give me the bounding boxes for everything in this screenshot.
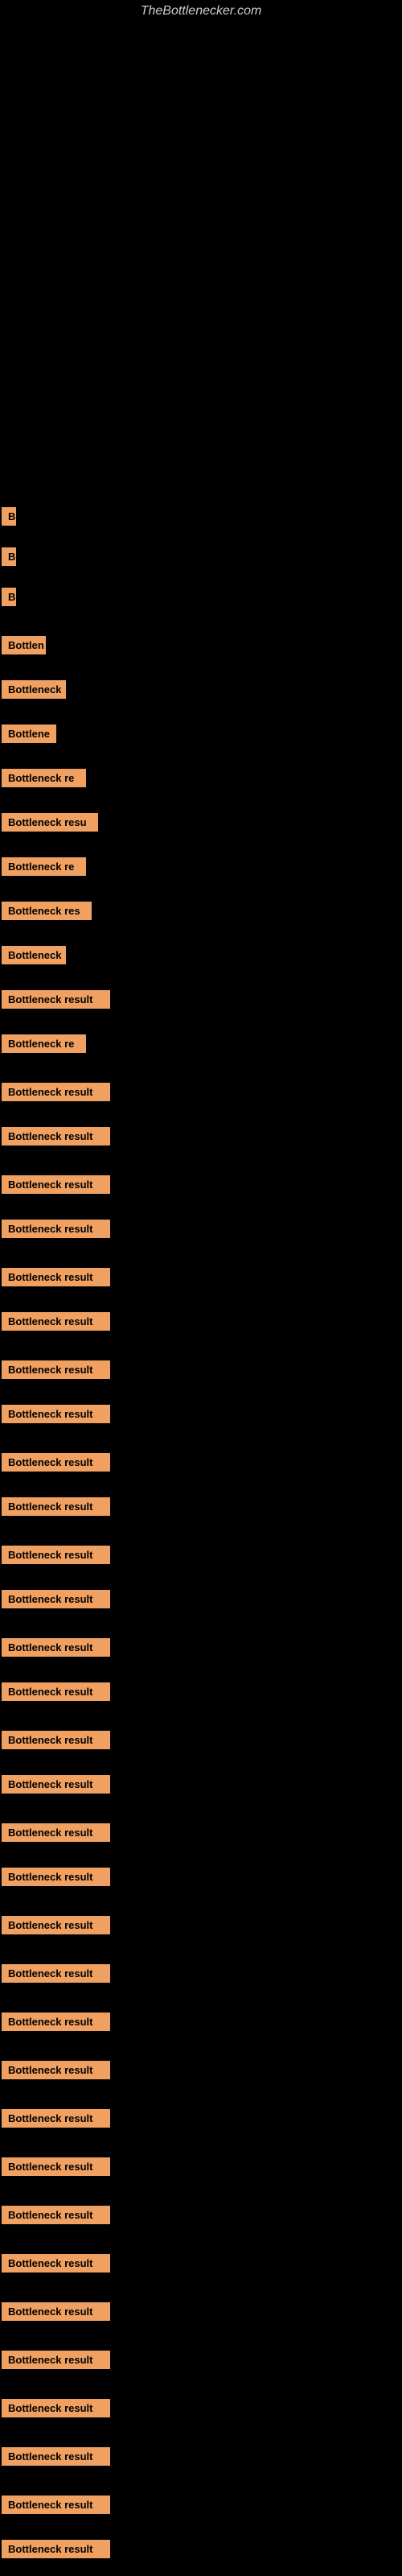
result-item: Bottleneck result bbox=[2, 1916, 110, 1938]
result-item: Bottleneck result bbox=[2, 1546, 110, 1568]
result-item: Bottleneck result bbox=[2, 2496, 110, 2518]
bottleneck-result-label[interactable]: Bottleneck result bbox=[2, 2496, 110, 2514]
bottleneck-result-label[interactable]: Bottleneck result bbox=[2, 1083, 110, 1101]
result-item: Bottleneck result bbox=[2, 2109, 110, 2132]
bottleneck-result-label[interactable]: Bottleneck result bbox=[2, 1964, 110, 1983]
bottleneck-result-label[interactable]: Bottleneck result bbox=[2, 1312, 110, 1331]
result-item: Bottleneck result bbox=[2, 2540, 110, 2562]
bottleneck-result-label[interactable]: Bottleneck result bbox=[2, 1731, 110, 1749]
result-item: Bottleneck result bbox=[2, 1731, 110, 1753]
result-item: Bottleneck result bbox=[2, 1220, 110, 1242]
result-item: Bottleneck result bbox=[2, 2447, 110, 2470]
bottleneck-result-label[interactable]: Bottleneck result bbox=[2, 2254, 110, 2273]
result-item: Bottleneck result bbox=[2, 990, 110, 1013]
result-item: Bottleneck result bbox=[2, 1360, 110, 1383]
bottleneck-result-label[interactable]: Bottlen bbox=[2, 636, 46, 654]
result-item: Bottlene bbox=[2, 724, 56, 747]
bottleneck-result-label[interactable]: Bottleneck result bbox=[2, 1590, 110, 1608]
result-item: Bottleneck result bbox=[2, 1312, 110, 1335]
result-item: Bottleneck bbox=[2, 680, 66, 703]
bottleneck-result-label[interactable]: Bottlene bbox=[2, 724, 56, 743]
bottleneck-result-label[interactable]: Bottleneck re bbox=[2, 1034, 86, 1053]
result-item: Bottleneck result bbox=[2, 2351, 110, 2373]
bottleneck-result-label[interactable]: Bottleneck re bbox=[2, 857, 86, 876]
bottleneck-result-label[interactable]: Bottleneck result bbox=[2, 1453, 110, 1472]
result-item: B bbox=[2, 507, 16, 530]
result-item: Bottleneck result bbox=[2, 1638, 110, 1661]
result-item: Bottleneck result bbox=[2, 2254, 110, 2277]
result-item: Bottleneck result bbox=[2, 1823, 110, 1846]
bottleneck-result-label[interactable]: B bbox=[2, 588, 16, 606]
bottleneck-result-label[interactable]: Bottleneck result bbox=[2, 2447, 110, 2466]
bottleneck-result-label[interactable]: Bottleneck result bbox=[2, 2399, 110, 2417]
result-item: Bottleneck result bbox=[2, 1268, 110, 1290]
result-item: Bottleneck result bbox=[2, 1175, 110, 1198]
bottleneck-result-label[interactable]: Bottleneck result bbox=[2, 1405, 110, 1423]
result-item: Bottleneck result bbox=[2, 2061, 110, 2083]
bottleneck-result-label[interactable]: Bottleneck result bbox=[2, 1775, 110, 1794]
bottleneck-result-label[interactable]: Bottleneck result bbox=[2, 1916, 110, 1934]
bottleneck-result-label[interactable]: Bottleneck bbox=[2, 946, 66, 964]
bottleneck-result-label[interactable]: B bbox=[2, 547, 16, 566]
result-item: Bottleneck result bbox=[2, 1497, 110, 1520]
result-item: Bottleneck result bbox=[2, 2302, 110, 2325]
result-item: Bottleneck resu bbox=[2, 813, 98, 836]
result-item: Bottleneck result bbox=[2, 1964, 110, 1987]
bottleneck-result-label[interactable]: Bottleneck result bbox=[2, 1175, 110, 1194]
result-item: Bottleneck result bbox=[2, 1590, 110, 1612]
bottleneck-result-label[interactable]: Bottleneck result bbox=[2, 2540, 110, 2558]
result-item: Bottleneck result bbox=[2, 1405, 110, 1427]
site-title: TheBottlenecker.com bbox=[141, 0, 262, 22]
bottleneck-result-label[interactable]: Bottleneck result bbox=[2, 1497, 110, 1516]
bottleneck-result-label[interactable]: Bottleneck result bbox=[2, 1546, 110, 1564]
bottleneck-result-label[interactable]: Bottleneck result bbox=[2, 1268, 110, 1286]
bottleneck-result-label[interactable]: Bottleneck result bbox=[2, 2157, 110, 2176]
result-item: Bottleneck result bbox=[2, 1775, 110, 1798]
bottleneck-result-label[interactable]: Bottleneck res bbox=[2, 902, 92, 920]
bottleneck-result-label[interactable]: Bottleneck result bbox=[2, 1127, 110, 1146]
bottleneck-result-label[interactable]: Bottleneck re bbox=[2, 769, 86, 787]
bottleneck-result-label[interactable]: Bottleneck result bbox=[2, 2061, 110, 2079]
bottleneck-result-label[interactable]: B bbox=[2, 507, 16, 526]
result-item: Bottleneck re bbox=[2, 1034, 86, 1057]
result-item: Bottleneck result bbox=[2, 2157, 110, 2180]
result-item: Bottleneck res bbox=[2, 902, 92, 924]
result-item: Bottleneck re bbox=[2, 857, 86, 880]
bottleneck-result-label[interactable]: Bottleneck result bbox=[2, 2109, 110, 2128]
result-item: Bottleneck result bbox=[2, 1682, 110, 1705]
bottleneck-result-label[interactable]: Bottleneck result bbox=[2, 1638, 110, 1657]
bottleneck-result-label[interactable]: Bottleneck bbox=[2, 680, 66, 699]
result-item: Bottleneck re bbox=[2, 769, 86, 791]
result-item: Bottleneck result bbox=[2, 2013, 110, 2035]
result-item: Bottleneck result bbox=[2, 1083, 110, 1105]
result-item: B bbox=[2, 547, 16, 570]
result-item: Bottleneck result bbox=[2, 1127, 110, 1150]
result-item: Bottleneck result bbox=[2, 1868, 110, 1890]
bottleneck-result-label[interactable]: Bottleneck result bbox=[2, 1360, 110, 1379]
bottleneck-result-label[interactable]: Bottleneck result bbox=[2, 2302, 110, 2321]
bottleneck-result-label[interactable]: Bottleneck result bbox=[2, 1868, 110, 1886]
bottleneck-result-label[interactable]: Bottleneck result bbox=[2, 2013, 110, 2031]
bottleneck-result-label[interactable]: Bottleneck result bbox=[2, 2206, 110, 2224]
bottleneck-result-label[interactable]: Bottleneck result bbox=[2, 1220, 110, 1238]
result-item: B bbox=[2, 588, 16, 610]
bottleneck-result-label[interactable]: Bottleneck result bbox=[2, 990, 110, 1009]
bottleneck-result-label[interactable]: Bottleneck result bbox=[2, 2351, 110, 2369]
result-item: Bottleneck bbox=[2, 946, 66, 968]
result-item: Bottleneck result bbox=[2, 2206, 110, 2228]
bottleneck-result-label[interactable]: Bottleneck result bbox=[2, 1823, 110, 1842]
bottleneck-result-label[interactable]: Bottleneck result bbox=[2, 1682, 110, 1701]
bottleneck-result-label[interactable]: Bottleneck resu bbox=[2, 813, 98, 832]
result-item: Bottleneck result bbox=[2, 2399, 110, 2421]
site-title-container: TheBottlenecker.com bbox=[0, 4, 402, 19]
result-item: Bottlen bbox=[2, 636, 46, 658]
result-item: Bottleneck result bbox=[2, 1453, 110, 1476]
